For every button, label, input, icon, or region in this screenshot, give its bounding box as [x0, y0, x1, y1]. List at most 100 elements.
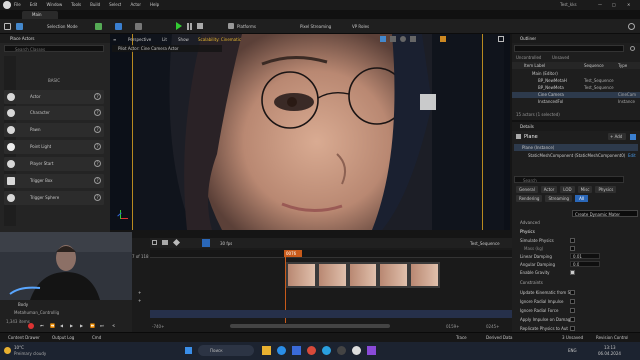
cinematics-icon[interactable] — [135, 23, 142, 30]
file-explorer-icon[interactable] — [262, 346, 271, 355]
track-row[interactable] — [150, 310, 512, 318]
play-button[interactable] — [176, 22, 182, 30]
unsaved-button[interactable]: 3 Unsaved — [562, 335, 583, 340]
grid-snap-icon[interactable] — [440, 36, 446, 42]
component-row-selected[interactable]: Plane (Instance) — [514, 144, 638, 151]
cmd-input[interactable]: Cmd — [92, 335, 101, 340]
record-button[interactable] — [28, 323, 34, 329]
derived-data-button[interactable]: Derived Data — [486, 335, 513, 340]
add-track-button[interactable]: + — [138, 298, 141, 303]
rotate-icon[interactable] — [400, 36, 406, 42]
place-item-trigger-sphere[interactable]: Trigger Sphere? — [4, 191, 104, 205]
tab-streaming[interactable]: Streaming — [545, 195, 573, 202]
outliner-tab[interactable]: Outliner — [512, 34, 640, 43]
output-log-button[interactable]: Output Log — [52, 335, 74, 340]
angular-damping-field[interactable]: 0.0 — [570, 261, 600, 267]
playhead-label[interactable]: 0076 — [284, 250, 302, 257]
tab-actor[interactable]: Actor — [540, 186, 558, 193]
col-sequence[interactable]: Sequence — [584, 63, 604, 68]
help-icon[interactable]: ? — [94, 160, 101, 167]
tab-lod[interactable]: LOD — [560, 186, 575, 193]
loop-button[interactable]: ⟲ — [112, 323, 115, 328]
physics-section-header[interactable]: Physics — [520, 229, 535, 234]
unreal-logo-icon[interactable] — [3, 1, 11, 9]
menu-help[interactable]: Help — [150, 2, 159, 7]
outliner-row[interactable]: Main (Editor) — [512, 71, 640, 77]
outliner-settings-icon[interactable] — [630, 46, 635, 51]
property-checkbox[interactable] — [570, 317, 575, 322]
linear-damping-field[interactable]: 0.01 — [570, 253, 600, 259]
fps-dropdown[interactable]: 30 fps — [220, 241, 232, 246]
camera-icon[interactable] — [162, 240, 168, 245]
timeline-scrollbar[interactable] — [230, 324, 390, 328]
weather-desc[interactable]: Preimary cloudy — [14, 351, 46, 356]
place-item-pawn[interactable]: Pawn? — [4, 123, 104, 137]
perspective-dropdown[interactable]: Perspective — [128, 37, 151, 42]
settings-icon[interactable] — [628, 23, 635, 30]
search-classes-input[interactable]: Search Classes — [4, 45, 104, 52]
place-item-trigger-box[interactable]: Trigger Box? — [4, 174, 104, 188]
store-icon[interactable] — [292, 346, 301, 355]
enable-gravity-checkbox[interactable] — [570, 270, 575, 275]
camera-cut-track[interactable] — [286, 262, 440, 288]
language-indicator[interactable]: ENG — [568, 348, 577, 353]
property-checkbox[interactable] — [570, 326, 575, 331]
col-type[interactable]: Type — [618, 63, 627, 68]
blueprint-icon[interactable] — [630, 134, 636, 140]
app-icon[interactable] — [367, 346, 376, 355]
outliner-row[interactable]: InstancedFol Instance — [512, 99, 640, 105]
add-component-button[interactable]: + Add — [608, 133, 626, 140]
step-button[interactable] — [187, 23, 192, 30]
help-icon[interactable]: ? — [94, 143, 101, 150]
revision-control-button[interactable]: Revision Control — [596, 335, 628, 340]
place-item-player-start[interactable]: Player Start? — [4, 157, 104, 171]
body-folder[interactable]: Body — [18, 302, 28, 307]
mass-override-checkbox[interactable] — [570, 246, 575, 251]
filter-unsaved[interactable]: Unsaved — [552, 55, 569, 60]
menu-window[interactable]: Window — [46, 2, 62, 7]
details-search-input[interactable]: Search — [514, 176, 624, 183]
select-mode-icon[interactable] — [380, 36, 386, 42]
help-icon[interactable]: ? — [94, 177, 101, 184]
tab-misc[interactable]: Misc — [577, 186, 593, 193]
content-drawer-button[interactable]: Content Drawer — [8, 335, 40, 340]
translate-icon[interactable] — [390, 36, 396, 42]
lit-dropdown[interactable]: Lit — [162, 37, 167, 42]
maximize-button[interactable]: □ — [612, 2, 616, 7]
help-icon[interactable]: ? — [94, 126, 101, 133]
content-item[interactable]: Metahuman_Controllig — [14, 310, 59, 315]
property-checkbox[interactable] — [570, 299, 575, 304]
menu-edit[interactable]: Edit — [30, 2, 38, 7]
edit-link[interactable]: Edit — [628, 153, 636, 158]
scale-icon[interactable] — [410, 36, 416, 42]
filter-uncontrolled[interactable]: Uncontrolled — [516, 55, 541, 60]
level-viewport[interactable]: ≡ Perspective Lit Show Scalability: Cine… — [110, 34, 510, 230]
minimize-button[interactable]: — — [598, 2, 602, 7]
tab-general[interactable]: General — [516, 186, 538, 193]
menu-actor[interactable]: Actor — [130, 2, 141, 7]
place-item-character[interactable]: Character? — [4, 106, 104, 120]
step-forward-button[interactable]: ▶ — [80, 323, 83, 328]
advanced-section[interactable]: Advanced — [520, 220, 540, 225]
vp-roles-dropdown[interactable]: VP Roles — [352, 24, 369, 29]
show-dropdown[interactable]: Show — [178, 37, 189, 42]
close-button[interactable]: ✕ — [627, 2, 630, 7]
weather-temp[interactable]: 10°C — [14, 345, 24, 350]
clock-time[interactable]: 13:13 — [604, 345, 616, 350]
platforms-dropdown[interactable]: Platforms — [237, 24, 256, 29]
property-checkbox[interactable] — [570, 290, 575, 295]
menu-select[interactable]: Select — [109, 2, 121, 7]
trace-button[interactable]: Trace — [456, 335, 467, 340]
save-sequence-icon[interactable] — [152, 240, 157, 245]
clock-date[interactable]: 06.04.2024 — [598, 351, 621, 356]
start-button[interactable] — [184, 346, 193, 355]
save-icon[interactable] — [4, 23, 11, 30]
keyframe-icon[interactable] — [172, 238, 181, 247]
level-tab[interactable]: Main — [22, 11, 58, 19]
menu-tools[interactable]: Tools — [71, 2, 81, 7]
telegram-icon[interactable] — [322, 346, 331, 355]
add-track-button[interactable]: + — [138, 290, 141, 295]
constraints-section[interactable]: Constraints — [520, 280, 543, 285]
help-icon[interactable]: ? — [94, 194, 101, 201]
menu-build[interactable]: Build — [90, 2, 100, 7]
